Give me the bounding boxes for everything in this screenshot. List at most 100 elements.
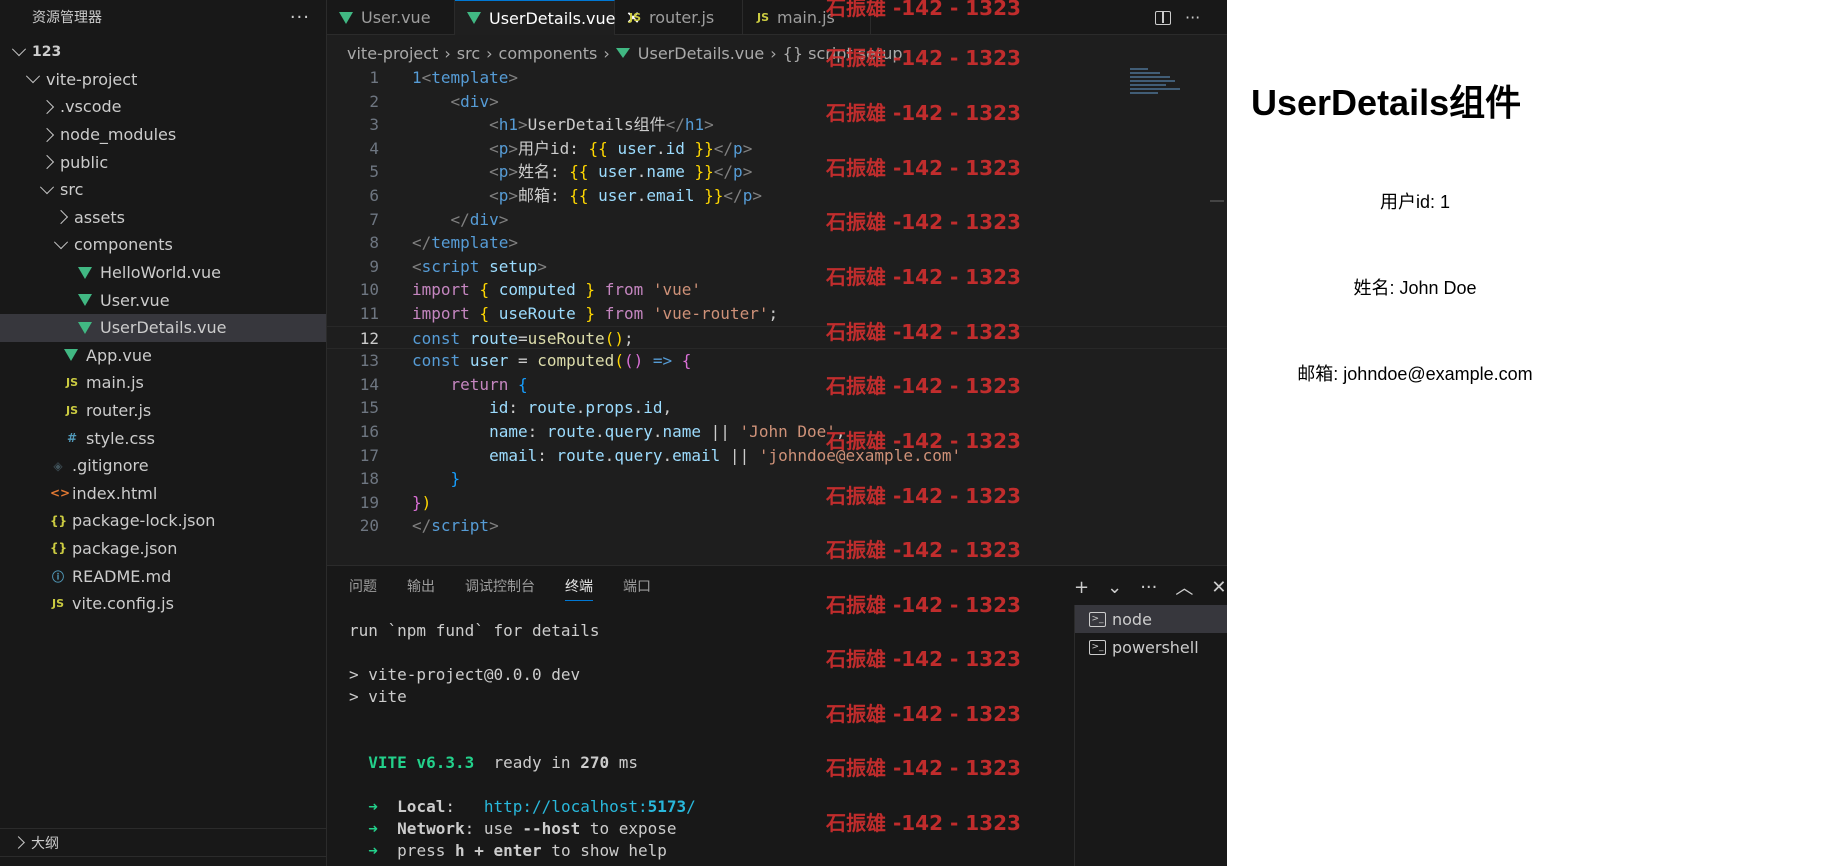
editor-tab[interactable]: UserDetails.vue ✕ xyxy=(455,0,641,35)
folder-item[interactable]: public xyxy=(0,148,326,176)
folder-item[interactable]: .vscode xyxy=(0,93,326,121)
code-lines[interactable]: 1 1<template> 2 <div> 3 <h1>UserDetails组件</… xyxy=(327,66,1227,538)
chevron-right-icon xyxy=(39,155,55,170)
file-item[interactable]: ⓘ README.md xyxy=(0,562,326,590)
file-label: components xyxy=(74,235,173,255)
new-terminal-icon[interactable]: + xyxy=(1074,577,1089,598)
file-item[interactable]: HelloWorld.vue xyxy=(0,259,326,287)
file-item[interactable]: <> index.html xyxy=(0,480,326,508)
code-text: id: route.props.id, xyxy=(412,396,672,420)
code-line[interactable]: 17 email: route.query.email || 'johndoe@… xyxy=(327,444,1227,468)
watermark-text: 石振雄 -142 - 1323 xyxy=(826,46,1021,70)
terminal-line: VITE v6.3.3 ready in 270 ms xyxy=(349,752,696,774)
editor-tab[interactable]: User.vue xyxy=(327,0,455,35)
file-item[interactable]: App.vue xyxy=(0,342,326,370)
outline-section[interactable]: 大纲 xyxy=(0,828,326,856)
scrollbar[interactable] xyxy=(1210,200,1224,202)
more-actions-icon[interactable]: ··· xyxy=(1185,8,1200,27)
file-item[interactable]: JS router.js xyxy=(0,397,326,425)
user-email-text: 邮箱: johndoe@example.com xyxy=(1297,364,1533,384)
watermark-text: 石振雄 -142 - 1323 xyxy=(826,265,1021,289)
line-number: 12 xyxy=(359,328,379,348)
code-line[interactable]: 5 <p>姓名: {{ user.name }}</p> xyxy=(327,160,1227,184)
more-actions-icon[interactable]: ··· xyxy=(1140,577,1157,598)
file-item[interactable]: User.vue xyxy=(0,286,326,314)
folder-item[interactable]: node_modules xyxy=(0,121,326,149)
code-line[interactable]: 6 <p>邮箱: {{ user.email }}</p> xyxy=(327,184,1227,208)
breadcrumb-item[interactable]: components xyxy=(499,44,598,63)
code-line[interactable]: 4 <p>用户id: {{ user.id }}</p> xyxy=(327,137,1227,161)
panel-tab[interactable]: 端口 xyxy=(623,576,651,601)
panel-tab[interactable]: 输出 xyxy=(407,576,435,601)
code-line[interactable]: 2 <div> xyxy=(327,90,1227,114)
maximize-panel-icon[interactable]: ︿ xyxy=(1175,574,1193,600)
code-editor[interactable]: 1 1<template> 2 <div> 3 <h1>UserDetails组件</… xyxy=(327,66,1227,564)
code-token: . xyxy=(636,185,647,205)
file-item[interactable]: JS vite.config.js xyxy=(0,590,326,618)
code-line[interactable]: 19}) xyxy=(327,491,1227,515)
folder-item[interactable]: assets xyxy=(0,204,326,232)
line-number: 8 xyxy=(369,233,379,253)
terminal-item[interactable]: >_ powershell xyxy=(1075,633,1227,661)
code-line[interactable]: 18 } xyxy=(327,467,1227,491)
terminal-output[interactable]: run `npm fund` for details > vite-project… xyxy=(349,620,696,862)
code-line[interactable]: 1 1<template> xyxy=(327,66,1227,90)
folder-item[interactable]: vite-project xyxy=(0,66,326,94)
file-item[interactable]: JS main.js xyxy=(0,369,326,397)
terminal-text[interactable]: 5173 xyxy=(648,797,687,816)
folder-item[interactable]: src xyxy=(0,176,326,204)
code-line[interactable]: 9 <script setup> xyxy=(327,255,1227,279)
code-token: . xyxy=(662,445,673,465)
file-item[interactable]: ◈ .gitignore xyxy=(0,452,326,480)
code-token: . xyxy=(655,138,666,158)
panel-tab[interactable]: 终端 xyxy=(565,576,593,601)
chevron-down-icon[interactable]: ⌄ xyxy=(1107,577,1122,598)
breadcrumb-item[interactable]: vite-project xyxy=(347,44,438,63)
line-number: 14 xyxy=(359,374,379,394)
code-line[interactable]: 8 </template> xyxy=(327,231,1227,255)
terminal-item[interactable]: >_ node xyxy=(1075,605,1227,633)
code-line[interactable]: 3 <h1>UserDetails组件</h1> xyxy=(327,113,1227,137)
code-line[interactable]: 13 const user = computed(() => { xyxy=(327,349,1227,373)
file-item[interactable]: {} package.json xyxy=(0,535,326,563)
code-line[interactable]: 10 import { computed } from 'vue' xyxy=(327,278,1227,302)
folder-item[interactable]: components xyxy=(0,231,326,259)
code-line[interactable]: 11 import { useRoute } from 'vue-router'; xyxy=(327,302,1227,326)
terminal-text[interactable]: / xyxy=(686,797,696,816)
code-token: } xyxy=(450,469,461,489)
js-icon: JS xyxy=(628,11,641,24)
code-token: email xyxy=(646,185,695,205)
panel-tab[interactable]: 问题 xyxy=(349,576,377,601)
minimap[interactable] xyxy=(1130,66,1190,106)
code-line[interactable]: 16 name: route.query.name || 'John Doe', xyxy=(327,420,1227,444)
folder-item[interactable]: 123 xyxy=(0,38,326,66)
watermark-text: 石振雄 -142 - 1323 xyxy=(826,811,1021,835)
file-item[interactable]: # style.css xyxy=(0,424,326,452)
code-line[interactable]: 14 return { xyxy=(327,373,1227,397)
more-actions-icon[interactable]: ··· xyxy=(290,7,310,28)
timeline-section[interactable] xyxy=(0,856,326,866)
breadcrumb-item[interactable]: src xyxy=(457,44,480,63)
panel-tab[interactable]: 调试控制台 xyxy=(465,576,535,601)
split-editor-icon[interactable] xyxy=(1155,10,1171,25)
terminal-text[interactable]: http://localhost: xyxy=(484,797,648,816)
code-line[interactable]: 7 </div> xyxy=(327,208,1227,232)
breadcrumb-item[interactable]: UserDetails.vue xyxy=(638,44,764,63)
code-line[interactable]: 20 </script> xyxy=(327,514,1227,538)
code-token: computed xyxy=(537,351,615,371)
editor-tab[interactable]: JS router.js xyxy=(615,0,743,35)
close-icon[interactable]: ✕ xyxy=(1211,577,1226,598)
file-item[interactable]: UserDetails.vue xyxy=(0,313,326,342)
code-token: : xyxy=(527,421,547,441)
file-item[interactable]: {} package-lock.json xyxy=(0,507,326,535)
code-line[interactable]: 12 const route=useRoute(); xyxy=(327,325,1227,350)
code-text: }) xyxy=(412,491,431,515)
line-number: 6 xyxy=(369,185,379,205)
terminal-text: > vite-project@0.0.0 dev xyxy=(349,665,581,684)
code-line[interactable]: 15 id: route.props.id, xyxy=(327,396,1227,420)
code-token: user xyxy=(598,162,637,182)
